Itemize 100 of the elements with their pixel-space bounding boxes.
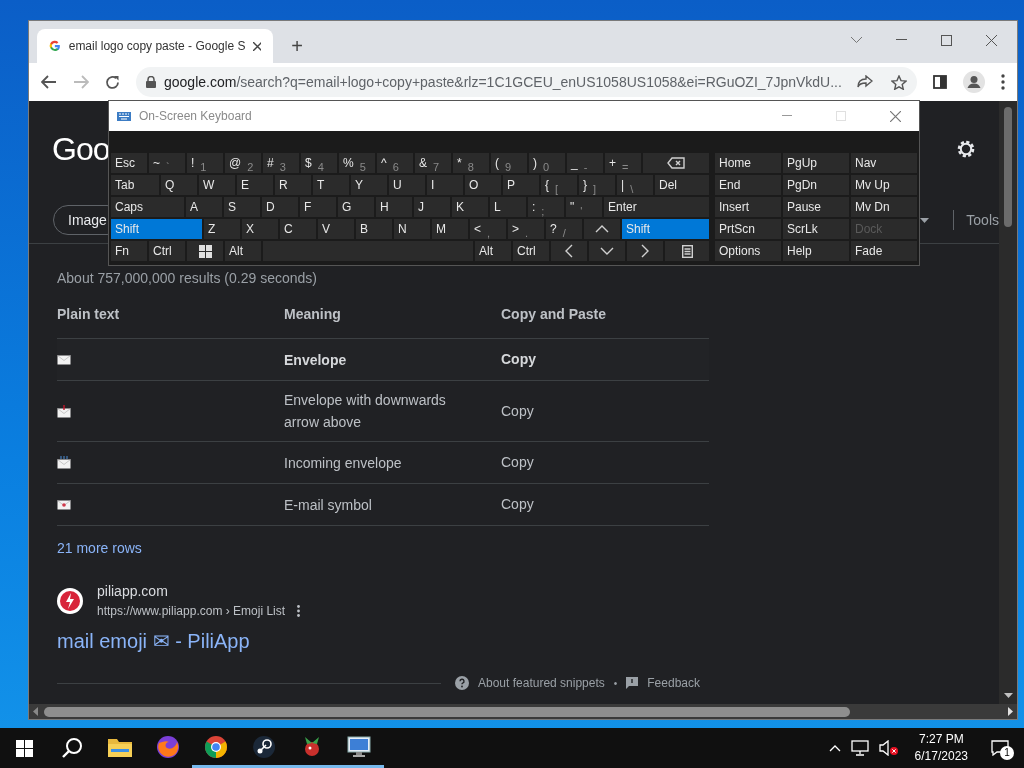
close-icon[interactable] [253,41,261,51]
keyboard-key[interactable]: Help [783,241,849,261]
keyboard-key[interactable]: } ] [579,175,615,195]
clock[interactable]: 7:27 PM 6/17/2023 [908,731,974,765]
back-icon[interactable] [41,75,57,89]
keyboard-key[interactable]: PrtScn [715,219,781,239]
keyboard-key[interactable]: B [356,219,392,239]
keyboard-key[interactable]: PgDn [783,175,849,195]
keyboard-key[interactable]: Tab [111,175,159,195]
keyboard-key[interactable]: Y [351,175,387,195]
keyboard-key[interactable]: P [503,175,539,195]
chevron-down-icon[interactable] [851,37,862,43]
keyboard-key[interactable]: U [389,175,425,195]
keyboard-key[interactable]: : ; [528,197,564,217]
keyboard-key[interactable]: + = [605,153,641,173]
star-icon[interactable] [891,74,907,90]
address-bar[interactable]: google.com/search?q=email+logo+copy+paste&rlz=1C1GCEU_enUS1058US1058&ei=RGuOZI_7JpnVkdU... [136,67,917,97]
keyboard-key[interactable]: ^ 6 [377,153,413,173]
keyboard-key[interactable]: C [280,219,316,239]
result-title-link[interactable]: mail emoji ✉ - PiliApp [57,626,709,656]
keyboard-key[interactable]: X [242,219,278,239]
keyboard-key[interactable]: Alt [225,241,261,261]
keyboard-key[interactable]: | \ [617,175,653,195]
about-snippets-link[interactable]: About featured snippets [478,674,605,692]
side-panel-icon[interactable] [933,75,947,89]
keyboard-key[interactable]: $ 4 [301,153,337,173]
keyboard-key[interactable]: O [465,175,501,195]
scroll-right-arrow-icon[interactable] [1008,707,1013,716]
copy-button[interactable]: Copy [501,494,534,515]
keyboard-key[interactable]: Options [715,241,781,261]
keyboard-key[interactable]: Q [161,175,197,195]
keyboard-key[interactable]: Fn [111,241,147,261]
network-icon[interactable] [850,740,869,756]
maximize-icon[interactable] [941,34,952,46]
keyboard-key[interactable]: ? / [546,219,582,239]
profile-icon[interactable] [963,71,985,93]
keyboard-key[interactable]: _ - [567,153,603,173]
keyboard-key[interactable]: Nav [851,153,917,173]
keyboard-key[interactable]: ( 9 [491,153,527,173]
keyboard-key[interactable] [643,153,709,173]
keyboard-key[interactable]: Home [715,153,781,173]
more-rows-link[interactable]: 21 more rows [57,538,709,559]
new-tab-button[interactable]: + [279,29,315,63]
keyboard-key[interactable]: L [490,197,526,217]
keyboard-key[interactable]: Shift [622,219,709,239]
keyboard-key[interactable]: ScrLk [783,219,849,239]
share-icon[interactable] [857,75,873,89]
keyboard-key[interactable]: V [318,219,354,239]
keyboard-key[interactable]: Insert [715,197,781,217]
keyboard-key[interactable]: @ 2 [225,153,261,173]
tools-button[interactable]: Tools [966,209,999,231]
keyboard-key[interactable]: Ctrl [513,241,549,261]
keyboard-key[interactable]: A [186,197,222,217]
keyboard-key[interactable]: " ' [566,197,602,217]
keyboard-key[interactable]: Pause [783,197,849,217]
close-icon[interactable] [890,110,901,122]
close-icon[interactable] [986,34,997,46]
keyboard-key[interactable]: S [224,197,260,217]
keyboard-key[interactable]: End [715,175,781,195]
keyboard-key[interactable]: W [199,175,235,195]
reload-icon[interactable] [105,74,120,90]
keyboard-key[interactable]: D [262,197,298,217]
keyboard-key[interactable]: I [427,175,463,195]
keyboard-key[interactable] [665,241,709,261]
minimize-icon[interactable] [782,115,792,117]
keyboard-key[interactable]: < , [470,219,506,239]
keyboard-key[interactable]: Del [655,175,709,195]
keyboard-key[interactable]: Alt [475,241,511,261]
volume-muted-icon[interactable] [878,740,899,756]
keyboard-key[interactable]: G [338,197,374,217]
keyboard-key[interactable] [187,241,223,261]
keyboard-key[interactable]: K [452,197,488,217]
keyboard-key[interactable]: Shift [111,219,202,239]
copy-button[interactable]: Copy [501,349,536,370]
keyboard-key[interactable]: > . [508,219,544,239]
settings-icon[interactable] [955,138,977,160]
keyboard-key[interactable]: * 8 [453,153,489,173]
keyboard-key[interactable]: ~ ` [149,153,185,173]
keyboard-key[interactable]: Z [204,219,240,239]
keyboard-key[interactable]: Ctrl [149,241,185,261]
keyboard-key[interactable]: J [414,197,450,217]
keyboard-key[interactable]: R [275,175,311,195]
keyboard-key[interactable]: E [237,175,273,195]
copy-button[interactable]: Copy [501,400,534,422]
scrollbar-thumb[interactable] [1004,107,1012,227]
chevron-up-icon[interactable] [828,744,841,752]
more-icon[interactable] [1001,74,1005,90]
keyboard-key[interactable]: Fade [851,241,917,261]
keyboard-key[interactable]: & 7 [415,153,451,173]
keyboard-key[interactable]: % 5 [339,153,375,173]
keyboard-key[interactable]: M [432,219,468,239]
scroll-left-arrow-icon[interactable] [33,707,38,716]
keyboard-key[interactable]: # 3 [263,153,299,173]
scrollbar-thumb[interactable] [44,706,850,717]
keyboard-key[interactable]: Mv Dn [851,197,917,217]
keyboard-key[interactable]: H [376,197,412,217]
keyboard-key[interactable]: Caps [111,197,184,217]
scroll-down-arrow-icon[interactable] [1003,693,1013,698]
copy-button[interactable]: Copy [501,452,534,473]
notifications-button[interactable]: 1 [984,728,1016,768]
